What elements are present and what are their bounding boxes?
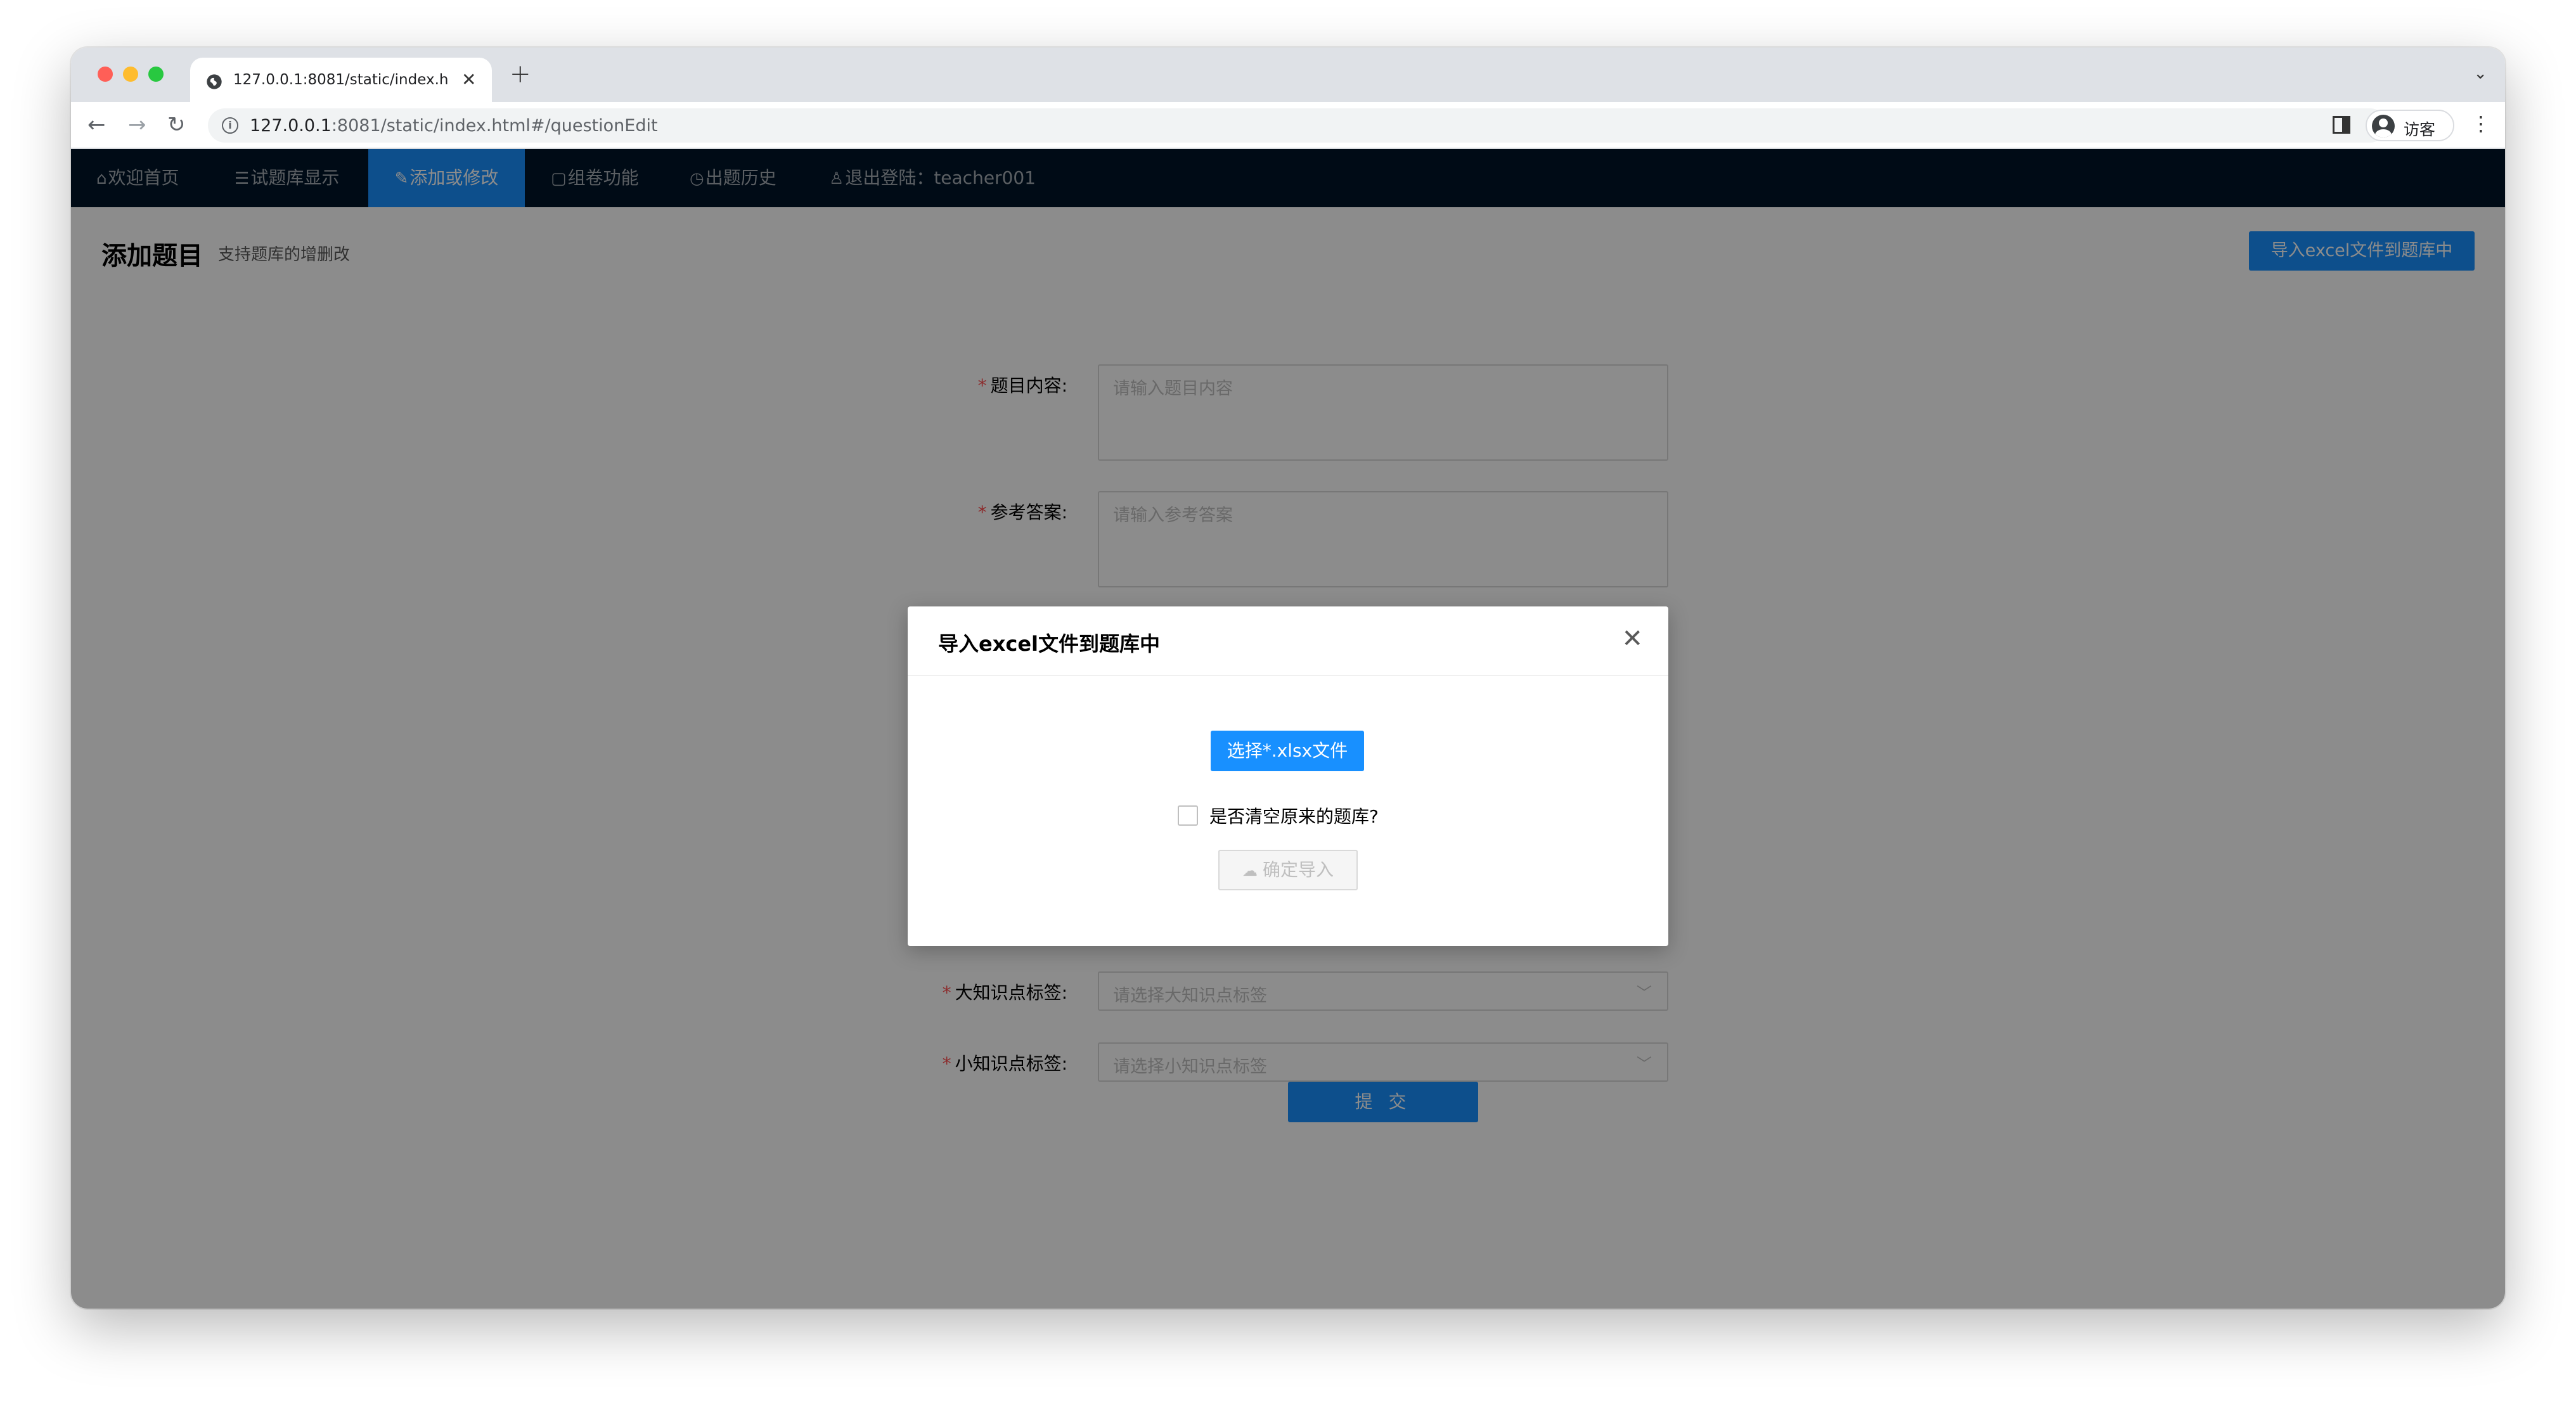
cloud-upload-icon: ☁: [1242, 862, 1258, 880]
tab-title: 127.0.0.1:8081/static/index.htm: [233, 72, 449, 88]
clear-bank-checkbox[interactable]: [1178, 805, 1198, 826]
url-text[interactable]: 127.0.0.1:8081/static/index.html#/questi…: [250, 116, 658, 136]
dialog-header: 导入excel文件到题库中 ✕: [908, 606, 1668, 676]
address-toolbar: ← → ↻ i 127.0.0.1:8081/static/index.html…: [71, 102, 2505, 149]
page-content: ⌂欢迎首页 ☰试题库显示 ✎添加或修改 ▢组卷功能 ◷出题历史 ♙退出登陆：te…: [71, 149, 2505, 1309]
tab-close-icon[interactable]: ✕: [461, 70, 476, 89]
import-dialog: 导入excel文件到题库中 ✕ 选择*.xlsx文件 是否清空原来的题库? ☁ 确…: [908, 606, 1668, 946]
close-window-button[interactable]: [98, 67, 113, 82]
info-icon[interactable]: i: [222, 117, 238, 134]
url-host: 127.0.0.1: [250, 116, 332, 136]
close-icon[interactable]: ✕: [1621, 623, 1643, 655]
kebab-menu-icon[interactable]: ⋮: [2471, 111, 2491, 136]
choose-file-button[interactable]: 选择*.xlsx文件: [1211, 731, 1364, 771]
profile-label: 访客: [2404, 120, 2436, 139]
browser-window: 127.0.0.1:8081/static/index.htm ✕ + ⌄ ← …: [71, 48, 2505, 1309]
tab-search-icon[interactable]: ⌄: [2473, 64, 2487, 83]
side-panel-icon[interactable]: [2333, 116, 2350, 134]
avatar-icon: [2372, 115, 2395, 138]
clear-bank-label[interactable]: 是否清空原来的题库?: [1209, 803, 1379, 828]
tab-strip: 127.0.0.1:8081/static/index.htm ✕ + ⌄: [71, 48, 2505, 102]
url-path: :8081/static/index.html#/questionEdit: [331, 116, 658, 136]
confirm-import-button[interactable]: ☁ 确定导入: [1218, 850, 1358, 890]
dialog-title: 导入excel文件到题库中: [938, 632, 1160, 656]
confirm-import-label: 确定导入: [1262, 859, 1334, 880]
browser-tab[interactable]: 127.0.0.1:8081/static/index.htm ✕: [190, 58, 492, 102]
forward-icon[interactable]: →: [128, 113, 146, 136]
profile-button[interactable]: 访客: [2366, 110, 2454, 141]
reload-icon[interactable]: ↻: [167, 113, 186, 136]
globe-icon: [207, 74, 222, 89]
minimize-window-button[interactable]: [123, 67, 138, 82]
address-bar[interactable]: i 127.0.0.1:8081/static/index.html#/ques…: [208, 108, 2387, 143]
maximize-window-button[interactable]: [148, 67, 164, 82]
back-icon[interactable]: ←: [87, 113, 106, 136]
new-tab-icon[interactable]: +: [510, 61, 531, 87]
